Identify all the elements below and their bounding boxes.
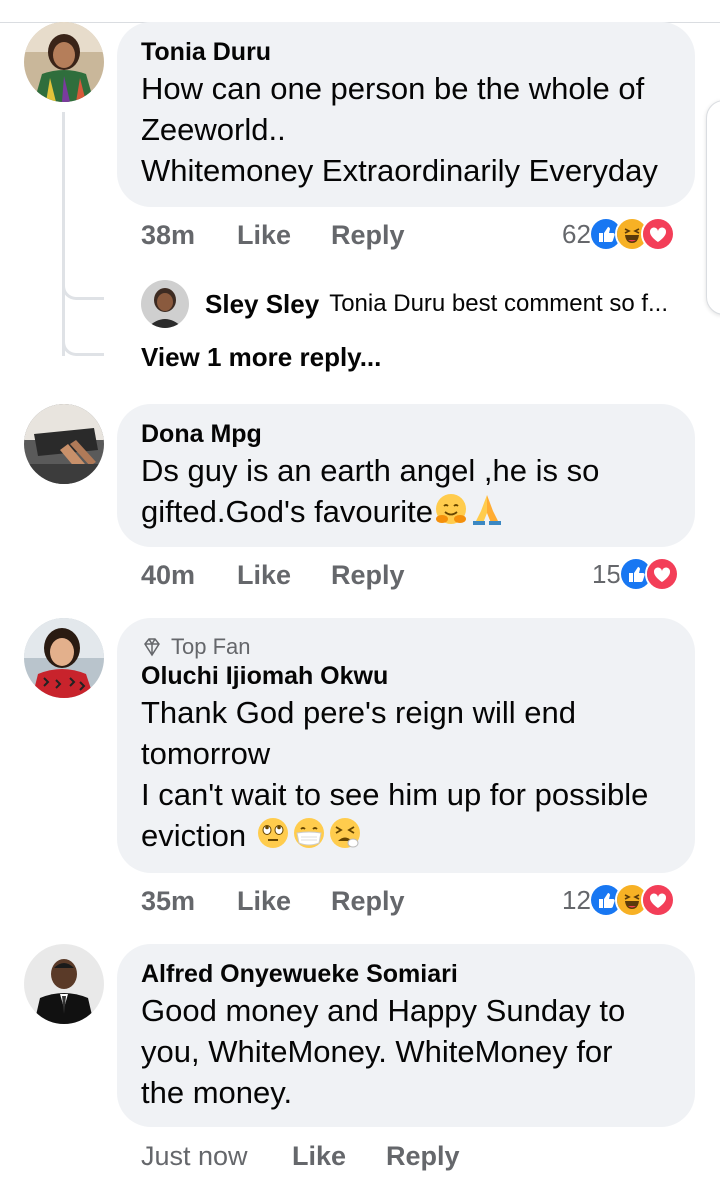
comment-bubble[interactable]: Top Fan Oluchi Ijiomah Okwu Thank God pe… [117,618,695,873]
reply-text: Tonia Duru best comment so f... [329,290,669,317]
top-fan-label: Top Fan [171,634,251,659]
comment-text-line: tomorrow [141,736,271,771]
love-icon [640,883,675,917]
avatar[interactable] [24,404,104,484]
side-panel-edge [706,100,720,315]
comment-author[interactable]: Alfred Onyewueke Somiari [141,958,671,990]
reply-thread-branch [62,284,104,300]
comment-text-line: Ds guy is an earth angel ,he is so [141,453,600,488]
comment-text-line: Thank God pere's reign will end [141,695,576,730]
comment-text-line: the money. [141,1075,293,1110]
comment-bubble[interactable]: Alfred Onyewueke Somiari Good money and … [117,944,695,1127]
reply-button[interactable]: Reply [331,220,405,251]
avatar[interactable] [24,618,104,698]
reaction-count: 15 [592,558,621,589]
comment-text-line: gifted.God's favourite [141,494,433,529]
comment-actions: 35m Like Reply [141,886,405,917]
comment-author[interactable]: Dona Mpg [141,418,671,450]
reply-author[interactable]: Sley Sley [205,288,319,320]
avatar[interactable] [141,280,189,328]
comment-text-line: I can't wait to see him up for possible [141,777,649,812]
comment-bubble[interactable]: Dona Mpg Ds guy is an earth angel ,he is… [117,404,695,547]
mask-emoji [291,815,327,851]
comment-text-line: Zeeworld.. [141,112,286,147]
like-button[interactable]: Like [237,886,291,917]
love-icon [644,557,679,591]
avatar[interactable] [24,22,104,102]
reaction-count: 62 [562,218,591,249]
comment-text-line: How can one person be the whole of [141,71,645,106]
reply-button[interactable]: Reply [331,560,405,591]
top-fan-badge: Top Fan [141,634,671,660]
comment-text-line: eviction [141,818,247,853]
folded-hands-emoji [469,491,505,527]
comment-author[interactable]: Tonia Duru [141,36,671,68]
reaction-summary[interactable]: 12 [562,883,675,917]
tired-face-emoji [327,815,363,851]
comment-actions: 40m Like Reply [141,560,405,591]
like-button[interactable]: Like [237,560,291,591]
comment-time[interactable]: 40m [141,560,237,591]
reply-button[interactable]: Reply [331,886,405,917]
hugging-face-emoji [433,491,469,527]
comment-actions: 38m Like Reply [141,220,405,251]
love-icon [640,217,675,251]
comment-actions: Just now Like Reply [141,1141,460,1172]
reply-preview[interactable]: Sley Sley Tonia Duru best comment so f..… [141,280,701,328]
comment-time[interactable]: 35m [141,886,237,917]
avatar[interactable] [24,944,104,1024]
comment-time[interactable]: Just now [141,1141,292,1172]
diamond-icon [144,638,160,657]
like-button[interactable]: Like [292,1141,346,1172]
comment-text-line: Whitemoney Extraordinarily Everyday [141,153,658,188]
comment-bubble[interactable]: Tonia Duru How can one person be the who… [117,22,695,207]
reaction-summary[interactable]: 15 [592,557,679,591]
comment-author[interactable]: Oluchi Ijiomah Okwu [141,660,671,692]
reply-button[interactable]: Reply [386,1141,460,1172]
comment-time[interactable]: 38m [141,220,237,251]
comment-text-line: Good money and Happy Sunday to [141,993,626,1028]
reply-thread-line [62,112,65,356]
comment-text-line: you, WhiteMoney. WhiteMoney for [141,1034,613,1069]
eye-roll-emoji [255,815,291,851]
like-button[interactable]: Like [237,220,291,251]
reaction-count: 12 [562,884,591,915]
view-more-replies-link[interactable]: View 1 more reply... [141,342,381,373]
reply-thread-branch [62,340,104,356]
reaction-summary[interactable]: 62 [562,217,675,251]
